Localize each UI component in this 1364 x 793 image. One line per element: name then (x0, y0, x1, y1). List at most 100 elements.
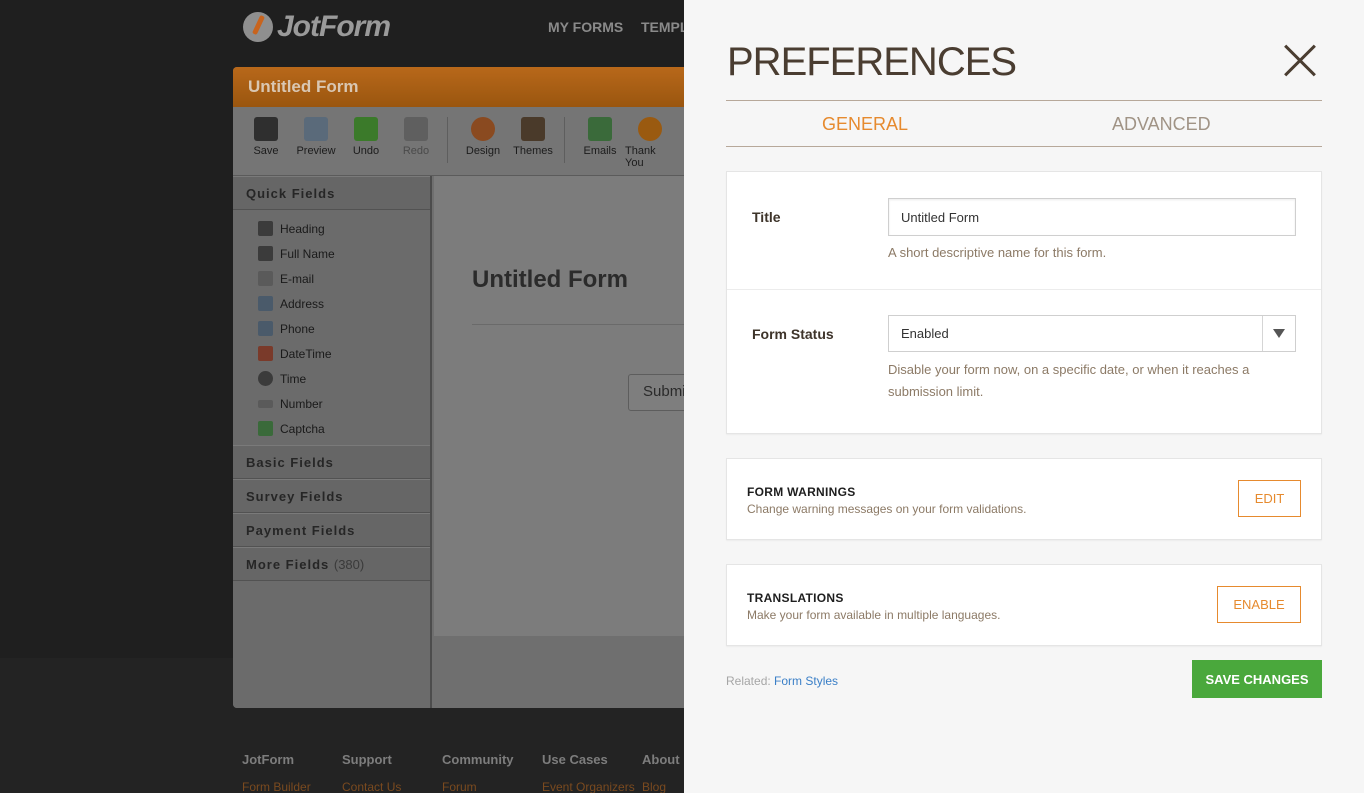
footer-link-form-builder[interactable]: Form Builder (242, 780, 311, 793)
toolbar-label: Emails (583, 145, 617, 157)
translations-card: TRANSLATIONS Make your form available in… (726, 564, 1322, 646)
builder-title: Untitled Form (233, 67, 684, 107)
toolbar-label: Thank You (625, 145, 656, 169)
form-submit-button[interactable]: Submi (628, 374, 684, 411)
close-icon[interactable] (1282, 43, 1318, 79)
field-email[interactable]: E-mail (258, 266, 430, 291)
person-icon (258, 246, 273, 261)
footer-link-blog[interactable]: Blog (642, 780, 666, 793)
toolbar-save-button[interactable]: Save (241, 117, 291, 175)
save-icon (254, 117, 278, 141)
field-label: Full Name (280, 246, 335, 261)
translations-desc: Make your form available in multiple lan… (747, 608, 1001, 622)
fields-sidebar: Quick Fields Heading Full Name E-mail Ad… (233, 176, 432, 708)
toolbar-undo-button[interactable]: Undo (341, 117, 391, 175)
toolbar-emails-button[interactable]: Emails (575, 117, 625, 175)
tab-general[interactable]: GENERAL (822, 114, 908, 135)
number-icon (258, 399, 273, 408)
redo-icon (404, 117, 428, 141)
field-number[interactable]: Number (258, 391, 430, 416)
section-title: More Fields (246, 557, 330, 572)
section-count: (380) (333, 557, 365, 572)
field-label: Heading (280, 221, 325, 236)
section-payment-fields[interactable]: Payment Fields (233, 513, 430, 547)
field-label: Phone (280, 321, 315, 336)
toolbar-label: Design (465, 145, 501, 157)
nav-templates[interactable]: TEMPL (641, 19, 684, 35)
field-full-name[interactable]: Full Name (258, 241, 430, 266)
title-input[interactable] (888, 198, 1296, 236)
field-heading[interactable]: Heading (258, 216, 430, 241)
divider (726, 146, 1322, 147)
form-styles-link[interactable]: Form Styles (774, 674, 838, 688)
field-label: Captcha (280, 421, 325, 436)
footer-link-forum[interactable]: Forum (442, 780, 477, 793)
jotform-logo[interactable]: JotForm (243, 10, 391, 44)
toolbar-thank-you-button[interactable]: Thank You (625, 117, 675, 175)
field-time[interactable]: Time (258, 366, 430, 391)
field-label: E-mail (280, 271, 315, 286)
footer-heading-about: About (642, 752, 680, 767)
section-more-fields[interactable]: More Fields (380) (233, 547, 430, 581)
form-status-hint: Disable your form now, on a specific dat… (888, 362, 1250, 399)
toolbar-preview-button[interactable]: Preview (291, 117, 341, 175)
row-divider (727, 289, 1321, 290)
toolbar-design-button[interactable]: Design (458, 117, 508, 175)
section-title: Basic Fields (246, 455, 334, 470)
form-warnings-card: FORM WARNINGS Change warning messages on… (726, 458, 1322, 540)
quick-fields-list: Heading Full Name E-mail Address Phone D… (233, 210, 430, 445)
themes-icon (521, 117, 545, 141)
panel-title: PREFERENCES (727, 40, 1017, 84)
calendar-icon (258, 346, 273, 361)
translations-title: TRANSLATIONS (747, 591, 844, 605)
nav-my-forms[interactable]: MY FORMS (548, 19, 623, 35)
footer-heading-jotform: JotForm (242, 752, 294, 767)
form-status-select[interactable]: Enabled (888, 315, 1296, 352)
form-canvas: Untitled Form Submi (434, 176, 684, 636)
footer-link-contact-us[interactable]: Contact Us (342, 780, 401, 793)
form-warnings-desc: Change warning messages on your form val… (747, 502, 1027, 516)
thank-you-icon (638, 117, 662, 141)
toolbar-redo-button[interactable]: Redo (391, 117, 441, 175)
related-links: Related: Form Styles (726, 674, 838, 688)
field-address[interactable]: Address (258, 291, 430, 316)
builder-toolbar: Save Preview Undo Redo Design Themes Ema… (233, 107, 684, 176)
related-label: Related: (726, 674, 771, 688)
toolbar-label: Save (253, 145, 279, 157)
field-captcha[interactable]: Captcha (258, 416, 430, 441)
general-settings-card: Title A short descriptive name for this … (726, 171, 1322, 434)
field-label: DateTime (280, 346, 332, 361)
quick-fields-header[interactable]: Quick Fields (233, 176, 430, 210)
footer-heading-support: Support (342, 752, 392, 767)
form-heading[interactable]: Untitled Form (472, 266, 628, 294)
toolbar-divider (447, 117, 448, 163)
section-basic-fields[interactable]: Basic Fields (233, 445, 430, 479)
footer-link-event-organizers[interactable]: Event Organizers (542, 780, 635, 793)
heading-divider (472, 324, 684, 325)
save-changes-button[interactable]: SAVE CHANGES (1192, 660, 1322, 698)
shield-icon (258, 421, 273, 436)
address-icon (258, 296, 273, 311)
edit-warnings-button[interactable]: EDIT (1238, 480, 1301, 517)
form-warnings-title: FORM WARNINGS (747, 485, 856, 499)
background-app: JotForm MY FORMS TEMPL Untitled Form Sav… (0, 0, 684, 793)
field-datetime[interactable]: DateTime (258, 341, 430, 366)
envelope-icon (258, 271, 273, 286)
form-status-value: Enabled (901, 326, 949, 341)
enable-translations-button[interactable]: ENABLE (1217, 586, 1301, 623)
section-survey-fields[interactable]: Survey Fields (233, 479, 430, 513)
toolbar-label: Preview (296, 145, 336, 157)
toolbar-divider (564, 117, 565, 163)
field-label: Time (280, 371, 307, 386)
field-phone[interactable]: Phone (258, 316, 430, 341)
form-status-label: Form Status (752, 326, 834, 342)
design-icon (471, 117, 495, 141)
undo-icon (354, 117, 378, 141)
tab-advanced[interactable]: ADVANCED (1112, 114, 1211, 135)
form-builder-window: Untitled Form Save Preview Undo Redo Des (233, 67, 684, 708)
field-label: Number (280, 396, 323, 411)
footer-heading-community: Community (442, 752, 514, 767)
toolbar-themes-button[interactable]: Themes (508, 117, 558, 175)
chevron-down-icon (1273, 329, 1285, 338)
section-title: Survey Fields (246, 489, 344, 504)
